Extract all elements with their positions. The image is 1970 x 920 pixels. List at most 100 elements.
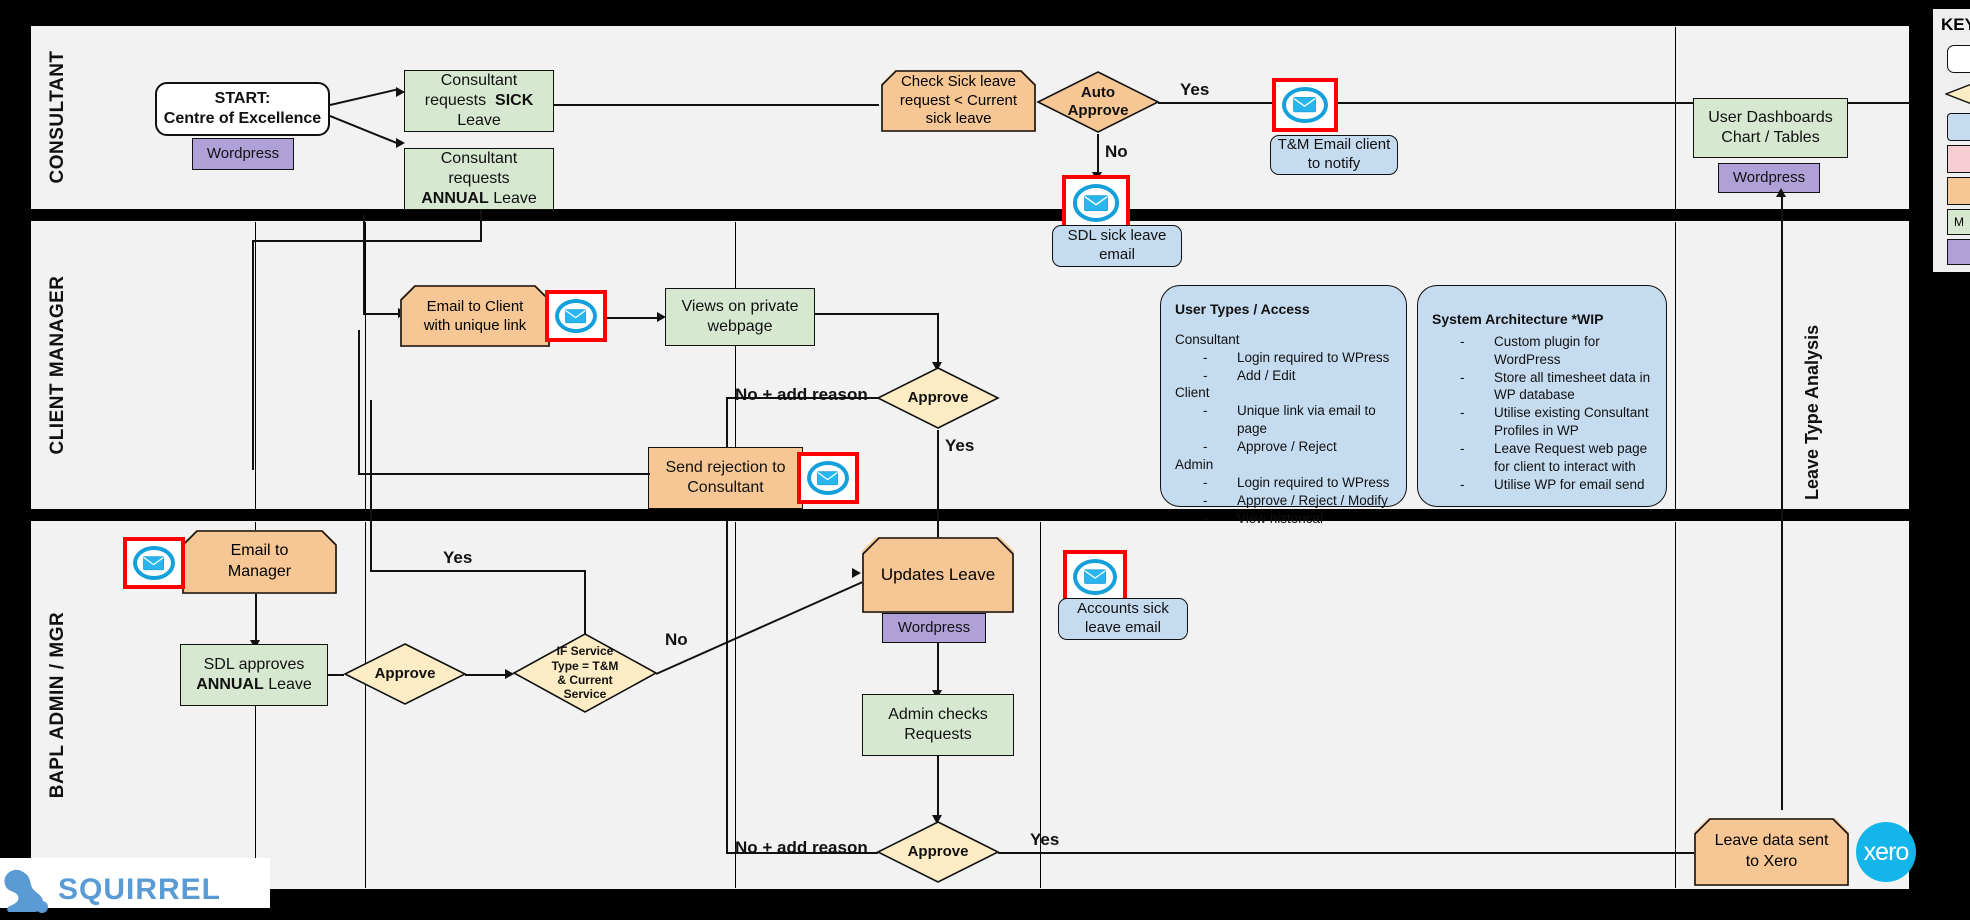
xero-logo-text: xero (1863, 837, 1910, 866)
key-swatch-pink (1947, 145, 1970, 173)
node-start-tag-label: Wordpress (206, 144, 280, 162)
node-sick-request-label: Consultant requests SICK Leave (424, 72, 534, 129)
connector (815, 313, 938, 315)
connector (252, 240, 254, 470)
node-sdl-sick-email[interactable]: SDL sick leave email (1052, 225, 1182, 267)
node-user-dashboards[interactable]: User Dashboards Chart / Tables (1693, 98, 1848, 158)
label-leave-type-analysis: Leave Type Analysis (1802, 324, 1822, 500)
panel-group-name: Consultant (1175, 331, 1240, 347)
connector (465, 674, 510, 676)
panel-item: Store all timesheet data in WP database (1432, 369, 1654, 405)
panel-group-name: Client (1175, 385, 1210, 401)
node-email-client-link[interactable]: Email to Client with unique link (400, 285, 550, 347)
node-sdl-approves-label: SDL approves ANNUAL Leave (196, 656, 312, 693)
node-annual-request[interactable]: Consultant requests ANNUAL Leave (404, 148, 554, 210)
node-sdl-approves[interactable]: SDL approves ANNUAL Leave (180, 644, 328, 706)
email-icon-manager[interactable] (123, 537, 185, 589)
envelope-icon (143, 556, 165, 570)
edge-label-no-add-reason-cm: No + add reason (735, 385, 868, 404)
node-tm-email-client[interactable]: T&M Email client to notify (1270, 135, 1398, 175)
lane-label-bapl-admin: BAPL ADMIN / MGR (47, 611, 68, 799)
edge-label-no-add-reason-bottom: No + add reason (735, 838, 868, 857)
email-icon-client-link[interactable] (545, 290, 607, 342)
edge-label-no-auto: No (1105, 142, 1128, 161)
panel-item: Add / Edit (1175, 367, 1394, 385)
node-user-dashboards-label: User Dashboards Chart / Tables (1708, 109, 1833, 146)
node-auto-approve-label: Auto Approve (1067, 84, 1129, 119)
node-approve-admin[interactable]: Approve (343, 642, 467, 706)
panel-item: Approve / Reject / Modify (1175, 492, 1394, 510)
email-icon-accounts-sick[interactable] (1063, 550, 1127, 604)
lane-separator (1675, 522, 1676, 888)
panel-group: Consultant Login required to WPress Add … (1175, 331, 1394, 385)
connector (363, 313, 403, 315)
panel-system-architecture: System Architecture *WIP Custom plugin f… (1417, 285, 1667, 507)
envelope-icon (817, 471, 839, 485)
arrowhead (396, 138, 405, 148)
flowchart-canvas: CONSULTANT CLIENT MANAGER BAPL ADMIN / M… (0, 0, 1970, 920)
panel-system-architecture-title: System Architecture *WIP (1432, 311, 1604, 327)
connector (607, 317, 662, 319)
panel-group-name: Admin (1175, 457, 1214, 473)
panel-user-types: User Types / Access Consultant Login req… (1160, 285, 1407, 528)
node-admin-checks[interactable]: Admin checks Requests (862, 694, 1014, 756)
node-check-sick-label: Check Sick leave request < Current sick le… (899, 72, 1018, 128)
edge-label-yes-cm: Yes (945, 436, 975, 455)
node-if-service-type-label: IF Service Type = T&M & Current Service (551, 644, 619, 702)
node-views-webpage-label: Views on private webpage (681, 298, 799, 335)
node-start-tag-wordpress: Wordpress (192, 138, 294, 170)
connector (358, 473, 650, 475)
envelope-icon (565, 309, 587, 323)
connector (370, 400, 372, 572)
email-icon-tm-client[interactable] (1272, 78, 1338, 132)
panel-item: Unique link via email to page (1175, 402, 1394, 438)
panel-group-items: Login required to WPress Add / Edit (1175, 349, 1394, 385)
connector (363, 215, 365, 315)
node-start[interactable]: START: Centre of Excellence (155, 82, 330, 136)
squirrel-icon (4, 869, 48, 913)
node-approve-client-manager[interactable]: Approve (876, 366, 1000, 430)
node-send-rejection[interactable]: Send rejection to Consultant (648, 447, 803, 509)
connector (726, 520, 728, 853)
node-annual-request-label: Consultant requests ANNUAL Leave (421, 150, 537, 207)
key-swatch-orange (1947, 177, 1970, 205)
node-updates-leave-label: Updates Leave (880, 565, 996, 584)
node-auto-approve[interactable]: Auto Approve (1036, 70, 1160, 134)
connector (937, 313, 939, 365)
node-approve-bottom-label: Approve (907, 843, 969, 860)
email-icon-send-rejection[interactable] (797, 452, 859, 504)
node-email-client-link-label: Email to Client with unique link (423, 297, 527, 335)
node-check-sick[interactable]: Check Sick leave request < Current sick le… (881, 70, 1036, 132)
panel-group: Admin Login required to WPress Approve /… (1175, 456, 1394, 528)
key-swatch-green: M (1947, 209, 1970, 235)
connector (480, 210, 482, 240)
email-icon-sdl-sick[interactable] (1062, 175, 1130, 231)
node-views-webpage[interactable]: Views on private webpage (665, 288, 815, 346)
connector (370, 570, 586, 572)
arrowhead (852, 568, 861, 578)
node-email-manager[interactable]: Email to Manager (182, 530, 337, 594)
connector (937, 756, 939, 819)
node-leave-to-xero[interactable]: Leave data sent to Xero (1694, 818, 1849, 886)
node-if-service-type[interactable]: IF Service Type = T&M & Current Service (512, 632, 658, 714)
node-accounts-sick-email[interactable]: Accounts sick leave email (1058, 598, 1188, 640)
panel-item: Approve / Reject (1175, 438, 1394, 456)
lane-separator (1675, 222, 1676, 510)
key-swatch-email (1947, 113, 1970, 141)
connector (255, 594, 257, 644)
envelope-icon (1084, 569, 1106, 585)
node-updates-leave[interactable]: Updates Leave (862, 537, 1014, 613)
node-user-dashboards-tag-wordpress: Wordpress (1718, 163, 1820, 193)
panel-group-items: Custom plugin for WordPress Store all ti… (1432, 333, 1654, 495)
node-sick-request[interactable]: Consultant requests SICK Leave (404, 70, 554, 132)
edge-label-yes-auto: Yes (1180, 80, 1210, 99)
node-approve-bottom[interactable]: Approve (876, 820, 1000, 884)
connector (252, 240, 482, 242)
node-admin-checks-label: Admin checks Requests (888, 706, 988, 743)
panel-item: View historical (1175, 510, 1394, 528)
key-swatch-purple (1947, 239, 1970, 265)
connector (1158, 102, 1278, 104)
node-send-rejection-label: Send rejection to Consultant (665, 459, 786, 496)
node-sdl-sick-email-label: SDL sick leave email (1067, 227, 1167, 263)
panel-item: Leave Request web page for client to int… (1432, 440, 1654, 476)
